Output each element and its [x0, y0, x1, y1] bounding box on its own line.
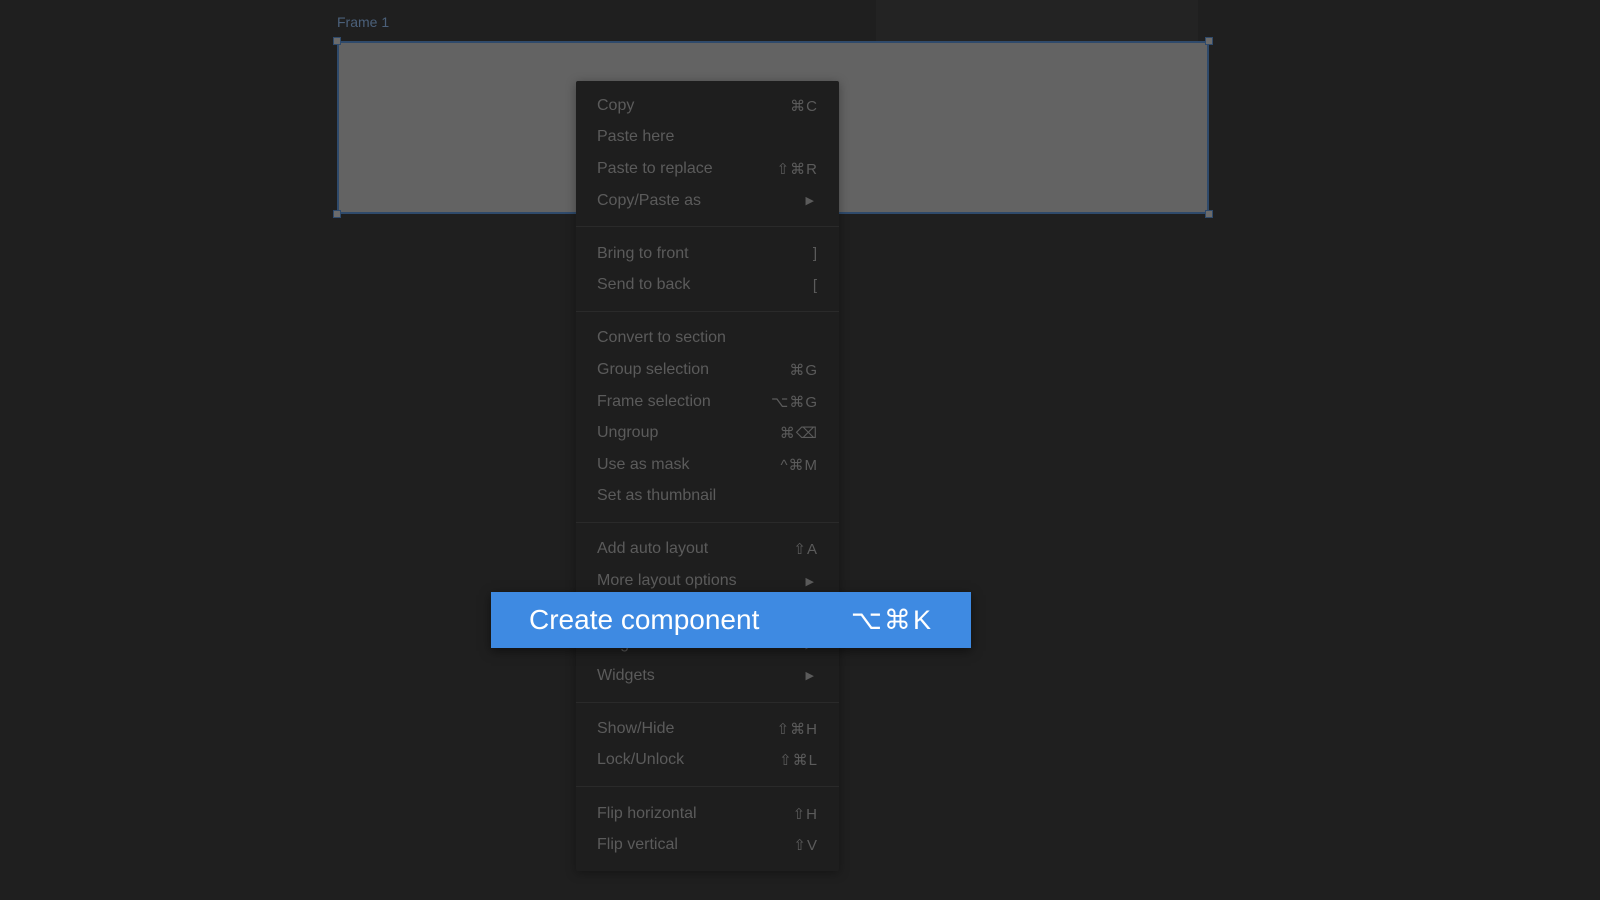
menu-item-label: Bring to front [597, 244, 689, 262]
menu-item-ungroup[interactable]: Ungroup ⌘⌫ [576, 417, 839, 449]
menu-item-shortcut: ⌘G [789, 361, 818, 379]
menu-item-send-to-back[interactable]: Send to back [ [576, 269, 839, 301]
menu-item-label: Use as mask [597, 455, 690, 473]
submenu-arrow-icon: ▶ [805, 195, 814, 208]
menu-item-label: Widgets [597, 666, 655, 684]
menu-item-label: More layout options [597, 572, 737, 590]
menu-item-flip-vertical[interactable]: Flip vertical ⇧V [576, 829, 839, 861]
menu-item-shortcut: ⌥⌘G [771, 393, 818, 411]
menu-item-bring-to-front[interactable]: Bring to front] [576, 238, 839, 270]
menu-separator [576, 226, 839, 228]
menu-item-label: Show/Hide [597, 719, 675, 737]
menu-item-label: Group selection [597, 360, 710, 378]
menu-item-label: Flip horizontal [597, 804, 697, 822]
resize-handle-top-right[interactable] [1205, 37, 1213, 45]
frame-label[interactable]: Frame 1 [337, 14, 389, 30]
menu-item-add-auto-layout[interactable]: Add auto layout ⇧A [576, 534, 839, 566]
menu-item-shortcut: ⇧⌘H [776, 720, 818, 738]
menu-item-shortcut: ^⌘M [780, 456, 818, 474]
menu-item-frame-selection[interactable]: Frame selection ⌥⌘G [576, 386, 839, 418]
menu-item-group-selection[interactable]: Group selection ⌘G [576, 354, 839, 386]
menu-item-label: Flip vertical [597, 836, 678, 854]
highlight-label: Create component [529, 604, 760, 635]
menu-item-shortcut: ] [812, 245, 818, 263]
menu-item-widgets[interactable]: Widgets ▶ [576, 660, 839, 692]
menu-separator [576, 701, 839, 703]
menu-item-label: Set as thumbnail [597, 487, 717, 505]
menu-item-label: Paste to replace [597, 159, 713, 177]
menu-item-label: Convert to section [597, 329, 726, 347]
menu-item-convert-to-section[interactable]: Convert to section [576, 323, 839, 355]
submenu-arrow-icon: ▶ [805, 670, 814, 683]
highlight-shortcut: ⌥⌘K [850, 604, 933, 635]
menu-item-paste-to-replace[interactable]: Paste to replace ⇧⌘R [576, 153, 839, 185]
menu-item-label: Ungroup [597, 424, 659, 442]
menu-item-shortcut: ⌘C [790, 97, 818, 115]
menu-item-copy[interactable]: Copy ⌘C [576, 90, 839, 122]
menu-item-lock-unlock[interactable]: Lock/Unlock ⇧⌘L [576, 745, 839, 777]
menu-item-shortcut: ⇧V [793, 837, 818, 855]
menu-separator [576, 522, 839, 524]
menu-item-set-as-thumbnail[interactable]: Set as thumbnail [576, 481, 839, 513]
menu-item-label: Send to back [597, 276, 691, 294]
resize-handle-bottom-left[interactable] [333, 210, 341, 218]
menu-item-use-as-mask[interactable]: Use as mask ^⌘M [576, 449, 839, 481]
menu-item-paste-here[interactable]: Paste here [576, 122, 839, 154]
menu-item-copy-paste-as[interactable]: Copy/Paste as ▶ [576, 185, 839, 217]
menu-item-label: Frame selection [597, 392, 711, 410]
submenu-arrow-icon: ▶ [805, 575, 814, 588]
menu-separator [576, 786, 839, 788]
menu-item-shortcut: ⇧A [793, 541, 818, 559]
menu-item-flip-horizontal[interactable]: Flip horizontal ⇧H [576, 798, 839, 830]
menu-item-label: Add auto layout [597, 540, 709, 558]
resize-handle-top-left[interactable] [333, 37, 341, 45]
menu-item-shortcut: ⇧H [792, 805, 818, 823]
menu-item-shortcut: ⇧⌘L [779, 752, 818, 770]
menu-item-label: Paste here [597, 128, 675, 146]
resize-handle-bottom-right[interactable] [1205, 210, 1213, 218]
menu-item-shortcut: ⌘⌫ [779, 425, 818, 443]
menu-item-label: Lock/Unlock [597, 751, 685, 769]
menu-item-show-hide[interactable]: Show/Hide ⇧⌘H [576, 713, 839, 745]
context-menu: Copy ⌘C Paste here Paste to replace ⇧⌘R Copy/… [576, 81, 839, 871]
create-component-highlight[interactable]: Create component ⌥⌘K [491, 592, 971, 648]
menu-separator [576, 311, 839, 313]
menu-item-label: Copy/Paste as [597, 191, 702, 209]
menu-item-shortcut: [ [812, 276, 818, 294]
menu-item-shortcut: ⇧⌘R [776, 160, 818, 178]
menu-item-label: Copy [597, 96, 635, 114]
